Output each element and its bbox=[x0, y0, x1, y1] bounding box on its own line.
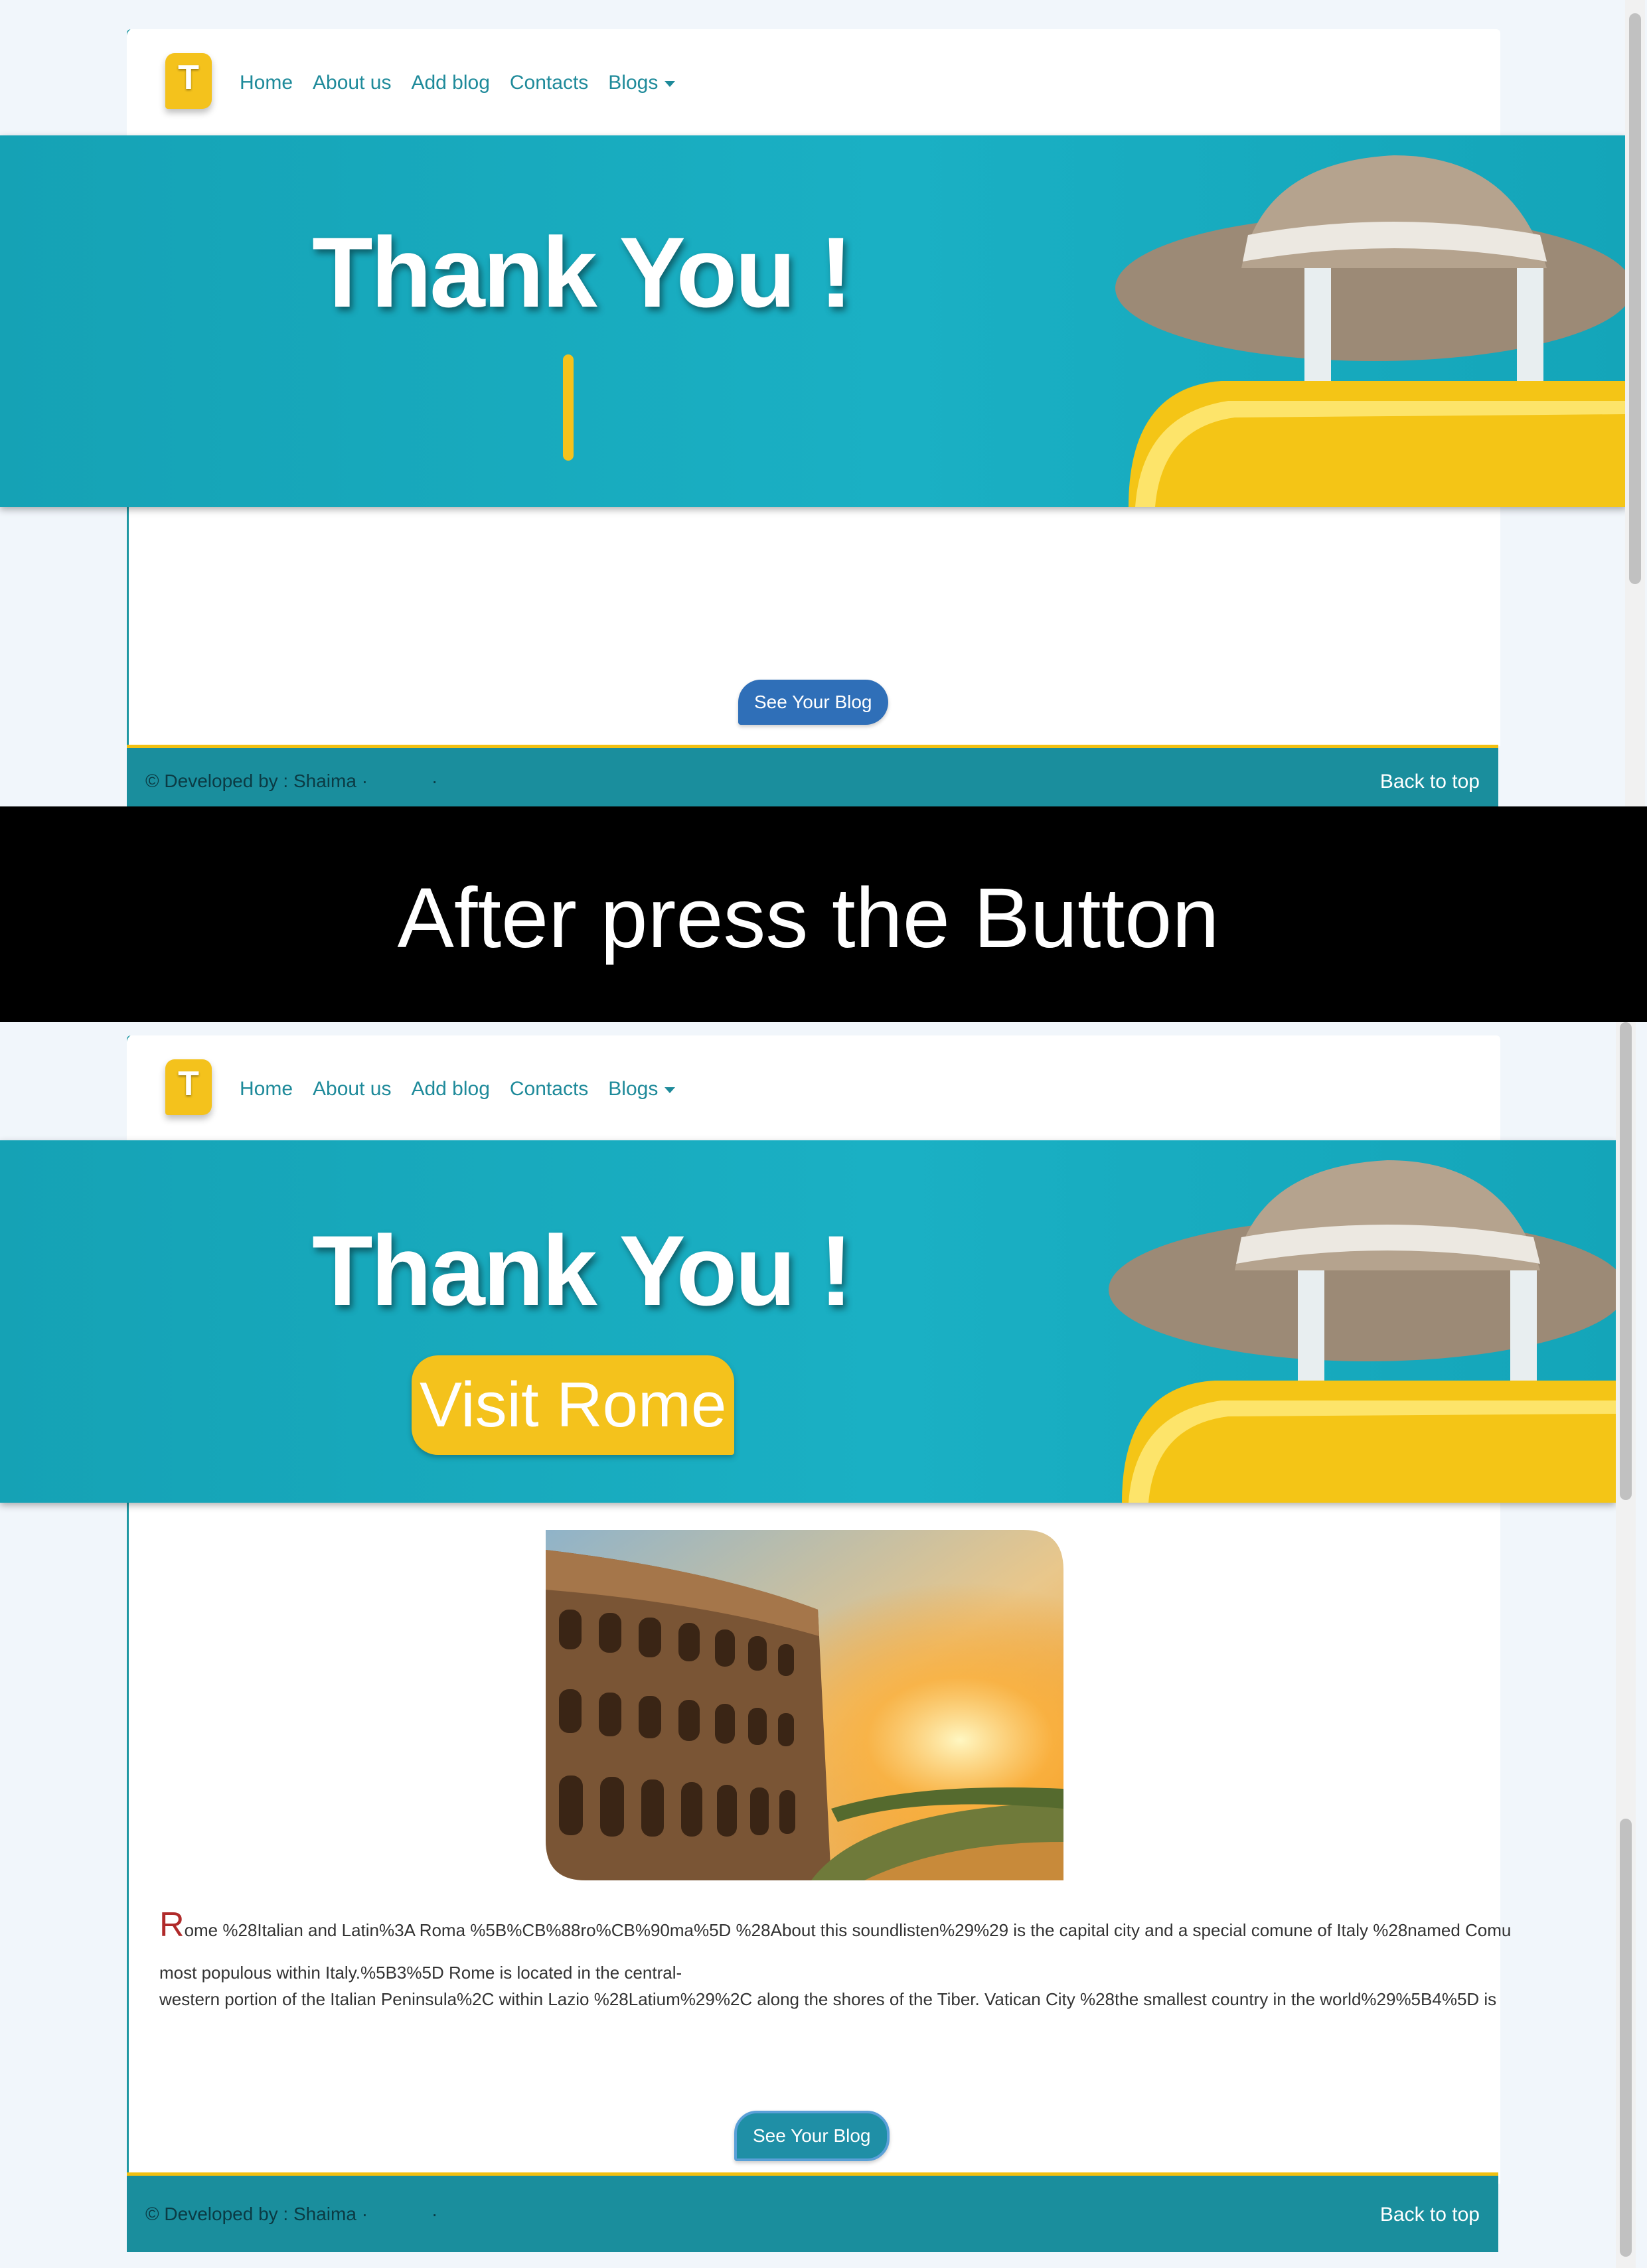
text-cursor bbox=[563, 354, 574, 461]
nav-links: Home About us Add blog Contacts Blogs bbox=[240, 72, 676, 94]
footer-credit: © Developed by : Shaima · · bbox=[145, 2204, 437, 2225]
logo-badge[interactable]: T bbox=[165, 53, 212, 109]
hat-suitcase-illustration bbox=[1115, 155, 1626, 507]
before-section: T Home About us Add blog Contacts Blogs … bbox=[0, 0, 1647, 808]
footer-credit: © Developed by : Shaima · · bbox=[145, 771, 437, 792]
hero-banner: Thank You ! bbox=[0, 135, 1626, 507]
paragraph-line-2: most populous within Italy.%5B3%5D Rome … bbox=[159, 1963, 682, 1983]
nav-contacts[interactable]: Contacts bbox=[510, 72, 588, 94]
thank-you-title: Thank You ! bbox=[312, 1215, 852, 1326]
hero-banner: Thank You ! Visit Rome bbox=[0, 1140, 1616, 1503]
thank-you-title: Thank You ! bbox=[312, 216, 852, 328]
navbar: T Home About us Add blog Contacts Blogs bbox=[127, 29, 1498, 135]
footer-dot: · bbox=[431, 771, 438, 791]
scrollbar-thumb[interactable] bbox=[1620, 1022, 1632, 1500]
nav-blogs-dropdown[interactable]: Blogs bbox=[608, 1078, 676, 1100]
back-to-top-link[interactable]: Back to top bbox=[1380, 2204, 1480, 2226]
chevron-down-icon bbox=[665, 1087, 676, 1093]
nav-contacts[interactable]: Contacts bbox=[510, 1078, 588, 1100]
paragraph-line-1: Rome %28Italian and Latin%3A Roma %5B%CB… bbox=[159, 1905, 1617, 1945]
chevron-down-icon bbox=[665, 80, 676, 87]
back-to-top-link[interactable]: Back to top bbox=[1380, 771, 1480, 793]
see-your-blog-button[interactable]: See Your Blog bbox=[738, 680, 888, 725]
nav-add-blog[interactable]: Add blog bbox=[411, 1078, 489, 1100]
nav-blogs-label: Blogs bbox=[608, 1078, 659, 1100]
caption-text: After press the Button bbox=[397, 871, 1219, 966]
navbar: T Home About us Add blog Contacts Blogs bbox=[127, 1035, 1498, 1142]
nav-blogs-label: Blogs bbox=[608, 72, 659, 94]
footer-credit-text: © Developed by : Shaima · bbox=[145, 2204, 368, 2224]
footer-dot: · bbox=[431, 2204, 438, 2224]
after-section: T Home About us Add blog Contacts Blogs … bbox=[0, 1022, 1647, 2268]
caption-bar: After press the Button bbox=[0, 806, 1647, 1022]
drop-cap: R bbox=[159, 1906, 185, 1944]
see-your-blog-button[interactable]: See Your Blog bbox=[734, 2111, 890, 2161]
paragraph-text-1: ome %28Italian and Latin%3A Roma %5B%CB%… bbox=[184, 1920, 1512, 1940]
nav-home[interactable]: Home bbox=[240, 1078, 293, 1100]
scrollbar-thumb-lower[interactable] bbox=[1620, 1819, 1632, 2257]
footer: © Developed by : Shaima · · Back to top bbox=[127, 2172, 1498, 2252]
nav-about[interactable]: About us bbox=[313, 1078, 391, 1100]
paragraph-line-3: western portion of the Italian Peninsula… bbox=[159, 1989, 1497, 2009]
nav-about[interactable]: About us bbox=[313, 72, 391, 94]
footer-credit-text: © Developed by : Shaima · bbox=[145, 771, 368, 791]
scrollbar[interactable] bbox=[1616, 1022, 1636, 2268]
rome-colosseum-image bbox=[546, 1530, 1063, 1880]
blog-paragraph: Rome %28Italian and Latin%3A Roma %5B%CB… bbox=[159, 1905, 1617, 2012]
visit-rome-badge: Visit Rome bbox=[412, 1355, 735, 1455]
nav-links: Home About us Add blog Contacts Blogs bbox=[240, 1078, 676, 1100]
scrollbar[interactable] bbox=[1625, 0, 1645, 806]
nav-home[interactable]: Home bbox=[240, 72, 293, 94]
nav-blogs-dropdown[interactable]: Blogs bbox=[608, 72, 676, 94]
logo-badge[interactable]: T bbox=[165, 1059, 212, 1115]
nav-add-blog[interactable]: Add blog bbox=[411, 72, 489, 94]
footer: © Developed by : Shaima · · Back to top bbox=[127, 745, 1498, 808]
scrollbar-thumb[interactable] bbox=[1629, 13, 1641, 584]
hat-suitcase-illustration bbox=[1109, 1160, 1616, 1503]
